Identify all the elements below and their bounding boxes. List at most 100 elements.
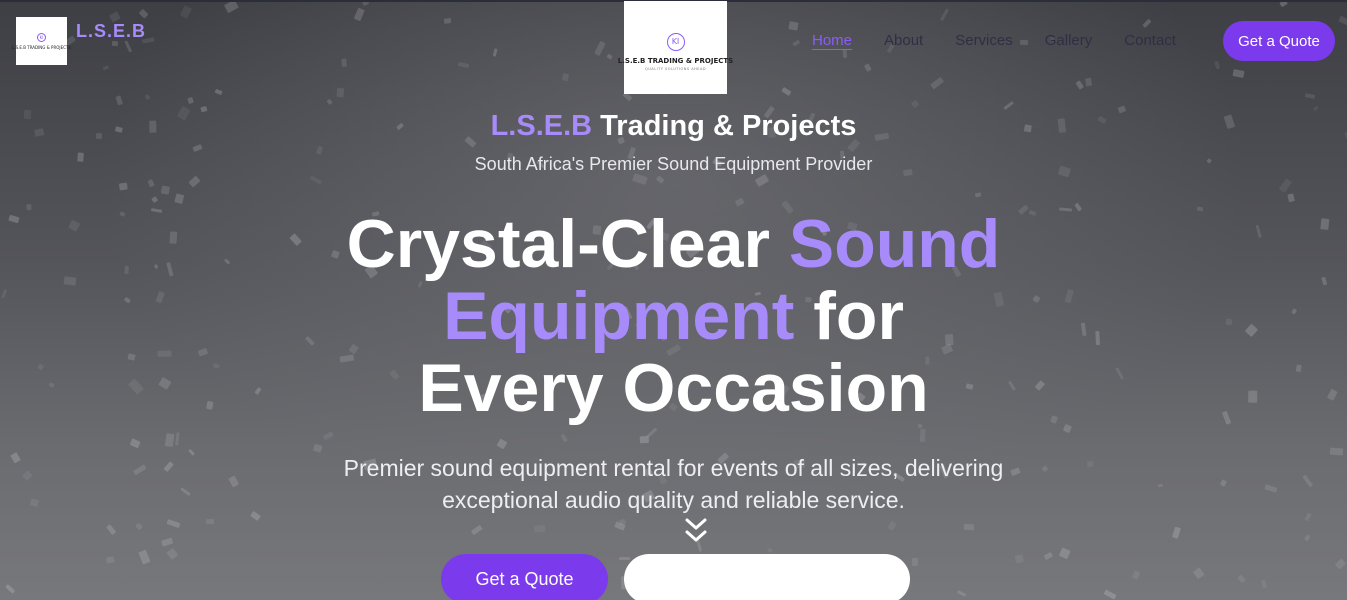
confetti-piece [1338,16,1347,27]
nav-services[interactable]: Services [955,32,1013,49]
confetti-piece [767,547,774,554]
confetti-piece [10,451,21,464]
confetti-piece [102,64,109,70]
confetti-piece [174,193,185,205]
company-name: L.S.E.B Trading & Projects [0,110,1347,143]
confetti-piece [792,39,801,47]
confetti-piece [911,557,918,566]
confetti-piece [353,7,365,23]
confetti-piece [957,589,968,597]
confetti-piece [180,487,191,496]
confetti-piece [187,175,201,188]
confetti-piece [755,174,770,188]
confetti-piece [161,537,174,547]
confetti-piece [443,17,452,24]
confetti-piece [188,448,196,457]
header-get-quote-button[interactable]: Get a Quote [1223,21,1335,61]
confetti-piece [337,88,345,98]
nav-contact[interactable]: Contact [1124,32,1176,49]
confetti-piece [1085,77,1092,87]
confetti-piece [1043,551,1053,560]
nav-about[interactable]: About [884,32,923,49]
confetti-piece [842,49,847,58]
center-logo-title: L.S.E.B TRADING & PROJECTS [617,56,734,65]
main-nav: Home About Services Gallery Contact [812,32,1208,49]
confetti-piece [4,584,16,595]
confetti-piece [734,197,745,207]
company-name-rest: Trading & Projects [592,110,857,142]
confetti-piece [939,8,950,21]
confetti-piece [1014,553,1025,564]
hero-description: Premier sound equipment rental for event… [343,455,1004,513]
confetti-piece [1264,484,1278,493]
confetti-piece [1171,527,1181,540]
confetti-piece [1075,79,1085,90]
confetti-piece [975,192,982,198]
confetti-piece [1059,547,1072,560]
confetti-piece [1335,559,1347,571]
confetti-piece [646,427,658,438]
confetti-piece [1303,512,1312,522]
confetti-piece [593,40,606,56]
confetti-piece [250,511,262,522]
confetti-piece [150,196,158,204]
confetti-piece [619,556,630,561]
hero-headline: Crystal-Clear Sound Equipment for Every … [0,208,1347,424]
confetti-piece [919,429,926,443]
confetti-piece [166,519,180,528]
confetti-piece [964,524,975,532]
confetti-piece [138,549,151,565]
center-logo-monogram: KI [666,32,685,51]
confetti-piece [214,88,223,96]
brand-logo-monogram: KI [37,32,46,42]
confetti-piece [605,53,613,61]
brand-logo[interactable]: KI L.S.E.B TRADING & PROJECTS [12,17,71,65]
confetti-piece [1142,18,1152,28]
confetti-piece [1086,460,1094,467]
confetti-piece [492,47,498,57]
confetti-piece [163,461,174,473]
hero-get-quote-button[interactable]: Get a Quote [441,554,608,600]
confetti-piece [228,475,240,487]
headline-part-2: for [794,278,904,354]
confetti-piece [341,59,348,68]
brand-text: L.S.E.B [76,17,146,44]
confetti-piece [1219,479,1227,487]
confetti-piece [457,61,470,68]
confetti-piece [1330,447,1344,456]
confetti-piece [135,522,144,531]
chevron-double-down-icon[interactable] [684,517,708,545]
confetti-piece [1213,60,1221,70]
headline-part-1: Crystal-Clear [346,206,789,282]
brand[interactable]: KI L.S.E.B TRADING & PROJECTS L.S.E.B [12,17,146,65]
confetti-piece [561,73,570,82]
nav-home[interactable]: Home [812,32,852,49]
confetti-piece [130,438,141,449]
confetti-piece [167,547,179,560]
confetti-piece [533,524,546,533]
confetti-piece [1232,69,1246,79]
confetti-piece [1131,570,1141,581]
confetti-piece [632,173,648,185]
center-logo[interactable]: KI L.S.E.B TRADING & PROJECTS QUALITY SO… [618,1,733,94]
nav-gallery[interactable]: Gallery [1045,32,1093,49]
hero-secondary-button[interactable] [624,554,910,600]
confetti-piece [1303,534,1311,542]
confetti-piece [1304,93,1315,99]
confetti-piece [1002,100,1014,110]
confetti-piece [186,97,194,105]
confetti-piece [1063,423,1073,433]
confetti-piece [30,498,40,507]
confetti-piece [930,76,945,90]
confetti-piece [887,520,898,531]
confetti-piece [192,144,203,152]
confetti-piece [910,100,920,109]
confetti-piece [206,519,215,525]
confetti-piece [788,20,800,31]
confetti-piece [310,174,323,185]
headline-accent-2: Equipment [443,278,795,354]
confetti-piece [1236,573,1246,583]
confetti-piece [656,175,665,184]
confetti-piece [21,469,33,481]
confetti-piece [863,63,872,73]
